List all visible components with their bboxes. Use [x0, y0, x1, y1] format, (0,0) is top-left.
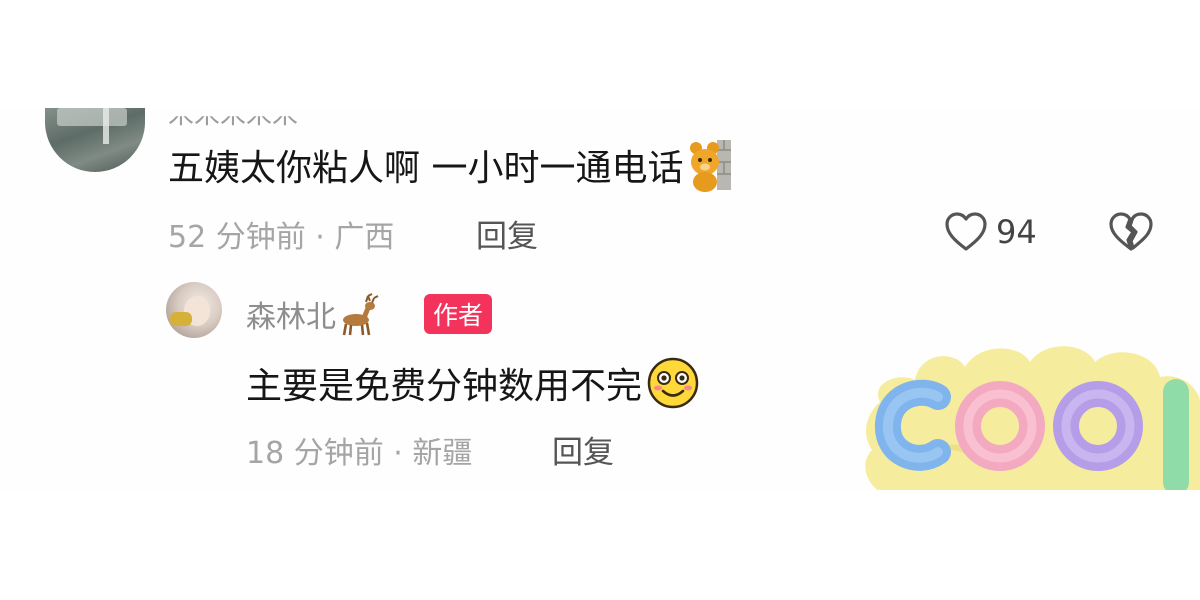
reply-button[interactable]: 回复	[552, 427, 614, 472]
comment-author-name[interactable]: 米米米米米	[168, 116, 298, 131]
smiling-face-icon	[647, 357, 699, 409]
like-count: 94	[996, 213, 1037, 251]
avatar[interactable]	[166, 282, 222, 338]
reply-meta: 18 分钟前 · 新疆	[246, 436, 473, 471]
author-badge: 作者	[424, 294, 493, 334]
dislike-button[interactable]	[1108, 212, 1154, 256]
comment-meta: 52 分钟前 · 广西	[168, 220, 395, 255]
reply-button[interactable]: 回复	[476, 211, 538, 256]
reply-text: 主要是免费分钟数用不完	[246, 356, 700, 410]
comment-text-body: 五姨太你粘人啊 一小时一通电话	[168, 148, 684, 189]
bear-peeking-icon	[690, 140, 732, 192]
reply-text-body: 主要是免费分钟数用不完	[246, 366, 643, 407]
deer-icon	[342, 293, 379, 336]
heart-icon	[945, 212, 987, 251]
reply-author[interactable]: 森林北	[246, 292, 384, 336]
reply-author-name: 森林北	[246, 300, 336, 335]
like-button[interactable]: 94	[944, 212, 1037, 252]
comment-list: 米米米米米 五姨太你粘人啊 一小时一通电话 52 分钟前 · 广西 回复 94 …	[0, 108, 1200, 490]
cool-sticker-image	[865, 346, 1200, 490]
comment-text: 五姨太你粘人啊 一小时一通电话	[168, 138, 735, 192]
avatar[interactable]	[45, 108, 145, 172]
comment-thread-screen: 米米米米米 五姨太你粘人啊 一小时一通电话 52 分钟前 · 广西 回复 94 …	[0, 0, 1200, 600]
broken-heart-icon	[1109, 212, 1153, 251]
